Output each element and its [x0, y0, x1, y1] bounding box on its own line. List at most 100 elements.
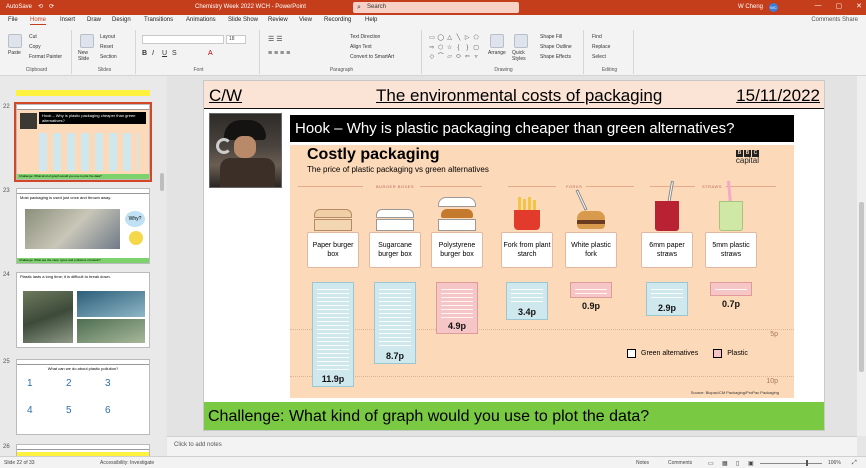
fit-slide-icon[interactable]: ⤢: [852, 460, 857, 467]
gridline-10p: [290, 376, 794, 377]
arrange-button[interactable]: Arrange: [488, 50, 506, 56]
copy-button[interactable]: Copy: [29, 44, 41, 50]
minimize-button[interactable]: —: [815, 2, 822, 10]
thumb-steps: 123456: [27, 378, 111, 416]
thumb-footer: Challenge: What are the uses, types and …: [17, 258, 149, 263]
autosave-toggle[interactable]: AutoSave: [6, 4, 32, 10]
arrange-icon[interactable]: [490, 34, 504, 48]
thumb-callout: Why?: [125, 211, 145, 227]
font-name-box[interactable]: [142, 35, 224, 44]
slide-title[interactable]: The environmental costs of packaging: [376, 86, 662, 106]
logo-text: capital: [735, 156, 759, 165]
zoom-slider[interactable]: [760, 463, 822, 464]
slide-date[interactable]: 15/11/2022: [736, 86, 820, 106]
format-painter-button[interactable]: Format Painter: [29, 54, 62, 60]
align-buttons[interactable]: ≡ ≡ ≡ ≡: [268, 50, 290, 57]
underline-button[interactable]: U: [162, 50, 167, 57]
undo-icon[interactable]: ⟲: [38, 3, 43, 10]
maximize-button[interactable]: ▢: [836, 2, 843, 10]
powerpoint-window: AutoSave ⟲ ⟳ Chemistry Week 2022 WCH - P…: [0, 0, 866, 468]
slideshow-icon[interactable]: ▣: [748, 460, 754, 467]
shape-effects-button[interactable]: Shape Effects: [540, 54, 571, 60]
slide-thumbnail-22[interactable]: Hook – Why is plastic packaging cheaper …: [14, 102, 152, 182]
item-label: Polystyrene burger box: [431, 232, 483, 268]
slides-group: New Slide Layout Reset Section Slides: [74, 30, 136, 74]
scrollbar-thumb[interactable]: [859, 202, 864, 372]
avatar[interactable]: WC: [769, 3, 778, 12]
notes-button[interactable]: Notes: [636, 460, 649, 466]
redo-icon[interactable]: ⟳: [49, 3, 54, 10]
tab-insert[interactable]: Insert: [60, 17, 75, 23]
italic-button[interactable]: I: [152, 50, 154, 57]
tab-view[interactable]: View: [299, 17, 312, 23]
font-size-box[interactable]: 18: [226, 35, 246, 44]
slide-thumbnail-23[interactable]: Most packaging is used just once and thr…: [16, 188, 150, 264]
green-drink-icon: [718, 180, 744, 231]
layout-button[interactable]: Layout: [100, 34, 115, 40]
section-rule: [586, 186, 634, 187]
current-slide[interactable]: C/W The environmental costs of packaging…: [203, 80, 825, 431]
paste-button[interactable]: Paste: [8, 50, 21, 56]
find-button[interactable]: Find: [592, 34, 602, 40]
reset-button[interactable]: Reset: [100, 44, 113, 50]
strikethrough-button[interactable]: S: [172, 50, 177, 57]
text-direction-button[interactable]: Text Direction: [350, 34, 380, 40]
editor-scrollbar[interactable]: [857, 76, 866, 436]
new-slide-icon[interactable]: [80, 34, 94, 48]
tab-design[interactable]: Design: [112, 17, 131, 23]
slide-sorter-icon[interactable]: ▦: [722, 460, 728, 467]
slide-thumbnail-26[interactable]: [16, 444, 150, 456]
legend-plastic-swatch: [713, 349, 723, 358]
slide-thumbnail-24[interactable]: Plastic lasts a long time; it is difficu…: [16, 272, 150, 348]
hook-question[interactable]: Hook – Why is plastic packaging cheaper …: [290, 115, 794, 142]
notes-pane[interactable]: Click to add notes: [167, 436, 857, 456]
gridline-5p: [290, 329, 794, 330]
align-text-button[interactable]: Align Text: [350, 44, 372, 50]
tab-transitions[interactable]: Transitions: [144, 17, 173, 23]
slide-number: 22: [3, 104, 10, 110]
shape-fill-button[interactable]: Shape Fill: [540, 34, 562, 40]
thumb-header: [17, 445, 149, 450]
font-color-button[interactable]: A: [208, 50, 213, 57]
user-name[interactable]: W Cheng: [738, 4, 763, 10]
tab-review[interactable]: Review: [268, 17, 288, 23]
replace-button[interactable]: Replace: [592, 44, 610, 50]
select-button[interactable]: Select: [592, 54, 606, 60]
tab-file[interactable]: File: [8, 17, 18, 23]
reading-view-icon[interactable]: ▯: [736, 460, 739, 467]
shapes-gallery[interactable]: ▭ ◯ △ ╲ ▷ ⬠ ⇨ ⬡ ☆{} ▢ ◇ ⌒ ▱ ⬭ ⇦ ▿: [428, 34, 480, 62]
section-button[interactable]: Section: [100, 54, 117, 60]
zoom-slider-handle[interactable]: [806, 460, 808, 466]
shape-outline-button[interactable]: Shape Outline: [540, 44, 572, 50]
tab-animations[interactable]: Animations: [186, 17, 216, 23]
quick-styles-icon[interactable]: [514, 34, 528, 48]
tab-recording[interactable]: Recording: [324, 17, 351, 23]
zoom-level[interactable]: 106%: [828, 460, 841, 466]
paste-icon[interactable]: [8, 34, 22, 48]
convert-smartart-button[interactable]: Convert to SmartArt: [350, 54, 394, 60]
thumbnail-scrollbar[interactable]: [158, 76, 166, 456]
tab-slide-show[interactable]: Slide Show: [228, 17, 258, 23]
bullets-button[interactable]: ☰ ☰: [268, 35, 283, 43]
slide-thumbnail-25[interactable]: What can we do about plastic pollution? …: [16, 359, 150, 435]
tab-draw[interactable]: Draw: [87, 17, 101, 23]
close-button[interactable]: ✕: [856, 2, 862, 10]
accessibility-status[interactable]: Accessibility: Investigate: [100, 460, 154, 466]
costly-packaging-infographic[interactable]: Costly packaging The price of plastic pa…: [290, 145, 794, 398]
quick-styles-button[interactable]: Quick Styles: [512, 50, 534, 62]
thumb-21-footer[interactable]: [16, 90, 150, 96]
pirate-image[interactable]: [209, 113, 282, 188]
bold-button[interactable]: B: [142, 50, 147, 57]
classwork-label[interactable]: C/W: [209, 86, 242, 106]
scrollbar-thumb[interactable]: [160, 173, 164, 191]
tab-home[interactable]: Home: [30, 17, 47, 25]
cut-button[interactable]: Cut: [29, 34, 37, 40]
comments-button[interactable]: Comments: [668, 460, 692, 466]
status-bar: Slide 22 of 33 Accessibility: Investigat…: [0, 456, 866, 468]
normal-view-icon[interactable]: ▭: [708, 460, 714, 467]
comments-share[interactable]: Comments Share: [811, 17, 858, 23]
new-slide-button[interactable]: New Slide: [78, 50, 98, 62]
tab-help[interactable]: Help: [365, 17, 377, 23]
challenge-banner[interactable]: Challenge: What kind of graph would you …: [204, 402, 824, 430]
search-box[interactable]: ⌕ Search: [353, 2, 519, 13]
